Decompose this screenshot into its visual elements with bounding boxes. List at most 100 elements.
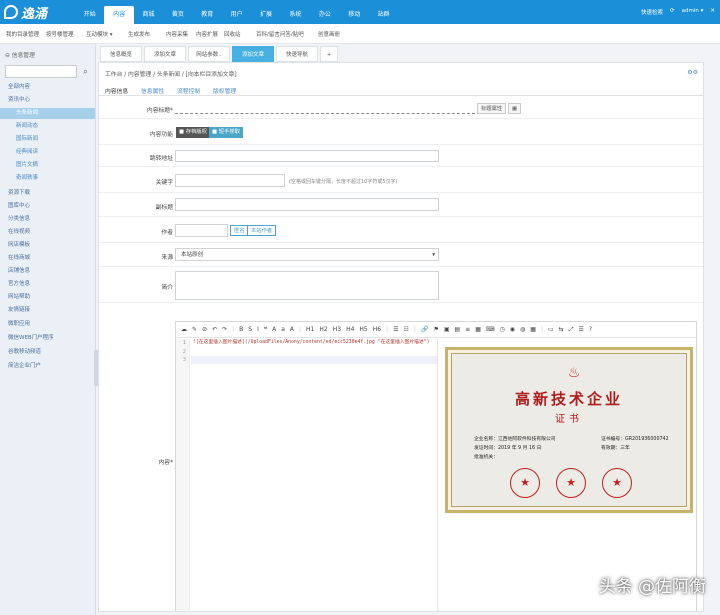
add-tab-button[interactable]: + — [320, 46, 338, 62]
tab-4[interactable]: 快速导航 — [276, 46, 318, 62]
sidebar-item-16[interactable]: 网站帮助 — [0, 292, 95, 303]
toolbar-button-6[interactable]: B — [239, 326, 243, 333]
close-icon[interactable]: ✕ — [710, 8, 715, 16]
subbar-item-0[interactable]: 我的目录管理 — [6, 30, 39, 38]
subbar-item-3[interactable]: 生成发布 — [128, 30, 150, 38]
toolbar-button-1[interactable]: ✎ — [192, 326, 197, 333]
sidebar-item-7[interactable]: 奇闻轶事 — [0, 173, 95, 184]
sidebar-item-9[interactable]: 图库中心 — [0, 201, 95, 212]
toolbar-button-8[interactable]: I — [257, 326, 259, 333]
sidebar-search-input[interactable] — [5, 65, 77, 78]
breadcrumb-item-2[interactable]: 头条新闻 — [157, 72, 180, 78]
toolbar-button-29[interactable]: ▦ — [475, 326, 481, 333]
toolbar-button-0[interactable]: ☁ — [181, 326, 187, 333]
sidebar-item-18[interactable]: 微职应用 — [0, 319, 95, 330]
summary-textarea[interactable] — [175, 271, 439, 300]
archive-copyright-button[interactable]: ■ 存档版权 — [176, 127, 210, 138]
sidebar-item-21[interactable]: 简洁企业门户 — [0, 361, 95, 372]
anonymous-button[interactable]: 匿名 — [230, 225, 249, 236]
title-attr-button[interactable]: 标题属性 — [477, 103, 507, 114]
subbar-item-4[interactable]: 内容采集 — [166, 30, 188, 38]
nav-item-6[interactable]: 扩展 — [251, 6, 280, 24]
toolbar-button-30[interactable]: ⌨ — [486, 326, 495, 333]
toolbar-button-4[interactable]: ↷ — [222, 326, 227, 333]
tab-1[interactable]: 添加文章 — [144, 46, 186, 62]
toolbar-button-24[interactable]: 🔗 — [421, 326, 428, 333]
jump-url-input[interactable] — [175, 150, 439, 162]
sidebar-item-13[interactable]: 在线商城 — [0, 253, 95, 264]
toolbar-button-10[interactable]: A — [272, 326, 276, 333]
refresh-icon[interactable]: ⟳ — [670, 8, 675, 16]
toolbar-button-21[interactable]: ☰ — [393, 326, 398, 333]
quick-search-link[interactable]: 快速检索 — [641, 8, 663, 16]
nav-item-2[interactable]: 商城 — [134, 6, 163, 24]
subbar-item-7[interactable]: 百科/留言问答/贴吧 — [256, 30, 304, 38]
subbar-item-1[interactable]: 按号楼管理 — [46, 30, 74, 38]
toolbar-button-26[interactable]: ▣ — [444, 326, 450, 333]
nav-item-4[interactable]: 教育 — [193, 6, 222, 24]
sidebar-item-4[interactable]: 国际新闻 — [0, 134, 95, 145]
toolbar-button-28[interactable]: ≡ — [465, 326, 470, 333]
toolbar-button-17[interactable]: H4 — [346, 326, 354, 333]
sidebar-item-14[interactable]: 店铺信息 — [0, 266, 95, 277]
form-tab-3[interactable]: 版权管理 — [213, 86, 236, 95]
sidebar-item-3[interactable]: 新闻动态 — [0, 121, 95, 132]
toolbar-button-12[interactable]: A — [290, 326, 294, 333]
tab-2[interactable]: 网站参数.. — [188, 46, 230, 62]
nav-item-7[interactable]: 系统 — [281, 6, 310, 24]
toolbar-button-7[interactable]: S — [248, 326, 252, 333]
sidebar-item-17[interactable]: 友情链接 — [0, 305, 95, 316]
toolbar-button-32[interactable]: ◉ — [510, 326, 515, 333]
sidebar-item-15[interactable]: 官方信息 — [0, 279, 95, 290]
search-icon[interactable]: ⌕ — [79, 65, 92, 78]
code-pane[interactable]: 1 2 3 ![在这里插入图片描述](/UploadFiles/Anony/cont… — [176, 339, 438, 611]
sidebar-item-6[interactable]: 图片文摘 — [0, 160, 95, 171]
breadcrumb-item-1[interactable]: 内容管理 — [128, 72, 151, 78]
toolbar-button-25[interactable]: ⚑ — [433, 326, 438, 333]
nav-item-1[interactable]: 内容 — [104, 6, 134, 24]
nav-item-0[interactable]: 开始 — [75, 6, 104, 24]
toolbar-button-39[interactable]: ☰ — [579, 326, 584, 333]
subbar-item-5[interactable]: 内容扩展 — [196, 30, 218, 38]
toolbar-button-27[interactable]: ▤ — [455, 326, 461, 333]
code-text[interactable]: ![在这里插入图片描述](/UploadFiles/Anony/content/… — [193, 339, 433, 346]
sidebar-item-1[interactable]: 资讯中心 — [0, 95, 95, 106]
subbar-item-8[interactable]: 创意画册 — [318, 30, 340, 38]
user-menu[interactable]: admin ▾ — [682, 8, 704, 16]
toolbar-button-2[interactable]: ⊘ — [202, 326, 207, 333]
nav-item-5[interactable]: 用户 — [222, 6, 251, 24]
fetch-button[interactable]: ■ 短手捞取 — [209, 127, 243, 138]
sidebar-item-2[interactable]: 头条新闻 — [0, 108, 95, 119]
title-input[interactable] — [175, 103, 475, 114]
table-icon[interactable]: ▦ — [508, 103, 522, 114]
sidebar-title[interactable]: ⊖ 信息管理 — [5, 50, 35, 59]
nav-item-3[interactable]: 黄页 — [163, 6, 192, 24]
subtitle-input[interactable] — [175, 198, 439, 211]
toolbar-button-16[interactable]: H3 — [333, 326, 341, 333]
toolbar-button-19[interactable]: H6 — [373, 326, 381, 333]
nav-item-8[interactable]: 办公 — [310, 6, 339, 24]
toolbar-button-38[interactable]: ⤢ — [569, 326, 574, 334]
tab-0[interactable]: 信息概览 — [100, 46, 142, 62]
form-tab-2[interactable]: 流程控制 — [177, 86, 200, 95]
sidebar-item-0[interactable]: 全部内容 — [0, 82, 95, 93]
toolbar-button-11[interactable]: a — [281, 326, 285, 333]
toolbar-button-9[interactable]: ❝ — [264, 326, 267, 333]
keywords-input[interactable] — [175, 174, 285, 187]
author-input[interactable] — [175, 224, 228, 237]
sidebar-item-20[interactable]: 谷歌移动频道 — [0, 347, 95, 358]
breadcrumb-item-0[interactable]: 工作台 — [105, 72, 122, 78]
app-logo[interactable]: 逸涌 — [4, 3, 66, 22]
toolbar-button-18[interactable]: H5 — [359, 326, 367, 333]
toolbar-button-31[interactable]: ◷ — [500, 326, 505, 333]
toolbar-button-33[interactable]: ◍ — [520, 326, 525, 333]
form-tab-1[interactable]: 信息属性 — [141, 86, 164, 95]
toolbar-button-40[interactable]: ? — [589, 326, 592, 333]
sidebar-item-19[interactable]: 微信WEB门户程序 — [0, 333, 95, 344]
source-select[interactable]: 本站原创 ▾ — [175, 248, 439, 261]
sidebar-item-11[interactable]: 在线视频 — [0, 227, 95, 238]
toolbar-button-36[interactable]: ▭ — [548, 326, 554, 333]
sidebar-item-12[interactable]: 网店模板 — [0, 240, 95, 251]
site-author-button[interactable]: 本站作者 — [247, 225, 277, 236]
nav-item-10[interactable]: 站群 — [369, 6, 398, 24]
